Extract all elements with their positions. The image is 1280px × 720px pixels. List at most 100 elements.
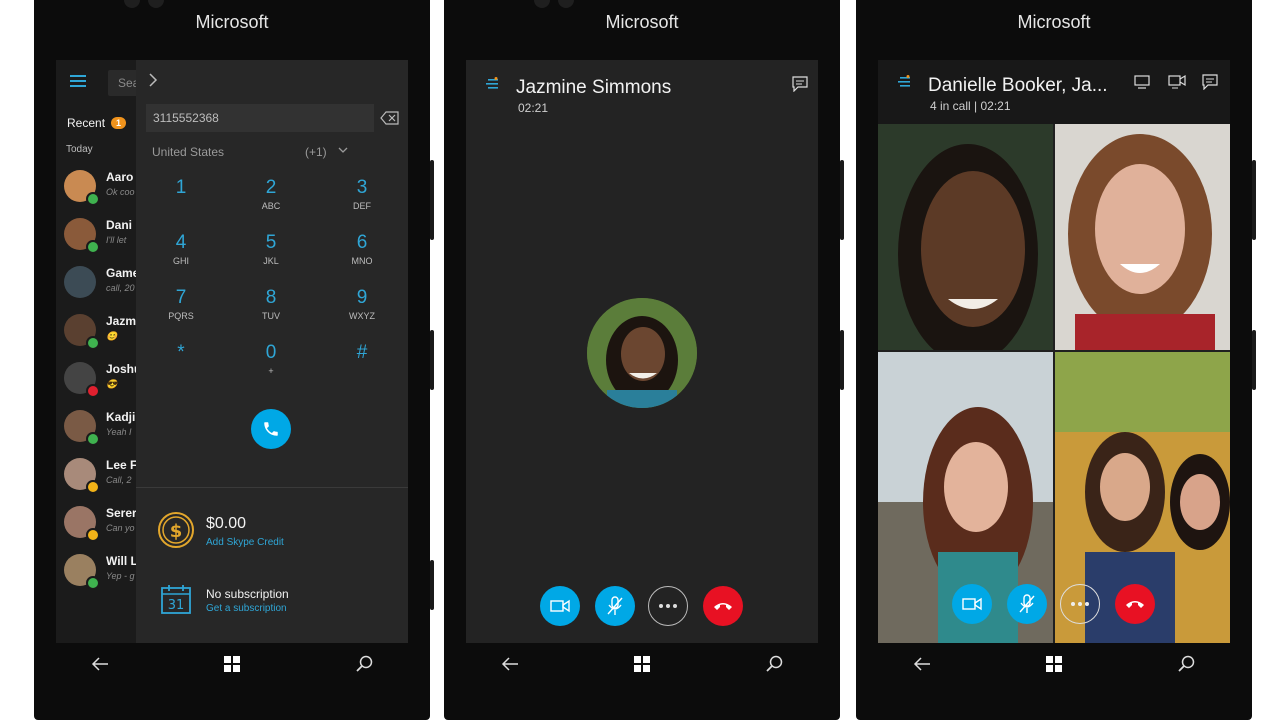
keypad-letters: TUV <box>262 311 280 321</box>
nav-bar <box>444 644 840 684</box>
contact-list-item[interactable]: Game call, 20 <box>56 262 136 308</box>
caller-avatar <box>587 298 697 408</box>
keypad-digit: 2 <box>265 177 277 198</box>
video-button[interactable] <box>952 584 992 624</box>
side-button <box>1252 330 1256 390</box>
dial-number: 3115552368 <box>153 111 219 125</box>
back-icon[interactable] <box>490 649 530 679</box>
side-button <box>430 560 434 610</box>
chat-icon[interactable] <box>792 76 808 97</box>
side-button <box>1252 160 1256 240</box>
brand-label: Microsoft <box>605 12 679 32</box>
dial-call-button[interactable] <box>251 409 291 449</box>
svg-text:$: $ <box>170 521 183 542</box>
end-call-button[interactable] <box>1115 584 1155 624</box>
chat-icon[interactable] <box>1202 74 1218 95</box>
presence-status-icon <box>86 240 100 254</box>
recent-header[interactable]: Recent 1 <box>67 114 127 132</box>
side-button <box>840 330 844 390</box>
chevron-right-icon[interactable] <box>148 72 158 93</box>
keypad-key[interactable]: 6 MNO <box>317 232 407 266</box>
phone-group-video: Microsoft Danielle Booker, Ja... 4 in ca… <box>856 0 1256 720</box>
keypad-digit: 8 <box>265 287 277 308</box>
video-button[interactable] <box>540 586 580 626</box>
keypad-digit: * <box>177 342 185 363</box>
keypad-letters: WXYZ <box>349 311 375 321</box>
dial-number-field[interactable]: 3115552368 <box>146 104 374 132</box>
keypad-letters: ABC <box>261 201 281 211</box>
menu-icon[interactable] <box>484 77 498 96</box>
backspace-icon[interactable] <box>380 111 400 130</box>
keypad-key[interactable]: 3 DEF <box>317 177 407 211</box>
keypad-key[interactable]: 2 ABC <box>226 177 316 211</box>
switch-camera-icon[interactable] <box>1168 74 1186 95</box>
back-icon[interactable] <box>80 649 120 679</box>
presence-status-icon <box>86 480 100 494</box>
keypad-key[interactable]: 5 JKL <box>226 232 316 266</box>
keypad-key[interactable]: * <box>136 342 226 366</box>
screen-share-icon[interactable] <box>1134 74 1150 95</box>
menu-icon[interactable] <box>896 75 910 94</box>
hamburger-menu-icon[interactable] <box>70 74 86 88</box>
video-tile-2 <box>1055 124 1230 350</box>
contact-name: Serer <box>106 506 136 520</box>
presence-status-icon <box>86 432 100 446</box>
mute-button[interactable] <box>1007 584 1047 624</box>
windows-start-icon[interactable] <box>212 649 252 679</box>
keypad-letters: PQRS <box>168 311 194 321</box>
keypad-key[interactable]: 4 GHI <box>136 232 226 266</box>
search-icon[interactable] <box>344 649 384 679</box>
group-name: Danielle Booker, Ja... <box>928 75 1108 96</box>
keypad-key[interactable]: 8 TUV <box>226 287 316 321</box>
skype-credit-icon: $ <box>157 511 195 554</box>
contact-list-item[interactable]: Dani I'll let <box>56 214 136 260</box>
subscription-text: No subscription <box>206 587 289 601</box>
keypad-digit: 0 <box>265 342 277 363</box>
contact-last-message: Yeah I <box>106 427 132 437</box>
search-icon[interactable] <box>754 649 794 679</box>
contact-list-item[interactable]: Kadji Yeah I <box>56 406 136 452</box>
keypad-digit: 7 <box>175 287 187 308</box>
back-icon[interactable] <box>902 649 942 679</box>
recent-count-badge: 1 <box>111 117 127 129</box>
call-status: 4 in call | 02:21 <box>930 99 1011 113</box>
keypad-key[interactable]: 0 + <box>226 342 316 376</box>
country-selector[interactable]: United States (+1) <box>152 145 352 161</box>
camera-dot <box>148 0 164 8</box>
contact-list-item[interactable]: Lee F Call, 2 <box>56 454 136 500</box>
contact-last-message: 😊 <box>106 331 118 341</box>
keypad-key[interactable]: 7 PQRS <box>136 287 226 321</box>
camera-dot <box>534 0 550 8</box>
contact-list-item[interactable]: Joshu 😎 <box>56 358 136 404</box>
more-options-button[interactable] <box>648 586 688 626</box>
nav-bar <box>34 644 430 684</box>
call-time: 02:21 <box>518 101 549 115</box>
camera-dot <box>558 0 574 8</box>
contact-list-item[interactable]: Aaro Ok coo <box>56 166 136 212</box>
search-icon[interactable] <box>1166 649 1206 679</box>
presence-status-icon <box>86 384 100 398</box>
side-button <box>430 160 434 240</box>
add-credit-link[interactable]: Add Skype Credit <box>206 537 284 548</box>
contact-last-message: Yep - g <box>106 571 135 581</box>
keypad-key[interactable]: 1 <box>136 177 226 201</box>
contact-list-item[interactable]: Will L Yep - g <box>56 550 136 596</box>
presence-status-icon <box>86 576 100 590</box>
keypad-key[interactable]: # <box>317 342 407 366</box>
camera-dot <box>124 0 140 8</box>
windows-start-icon[interactable] <box>622 649 662 679</box>
keypad-digit: 3 <box>356 177 368 198</box>
end-call-button[interactable] <box>703 586 743 626</box>
video-tile-1 <box>878 124 1053 350</box>
brand-label: Microsoft <box>195 12 269 32</box>
contact-list-item[interactable]: Jazm 😊 <box>56 310 136 356</box>
windows-start-icon[interactable] <box>1034 649 1074 679</box>
mute-button[interactable] <box>595 586 635 626</box>
keypad-key[interactable]: 9 WXYZ <box>317 287 407 321</box>
brand-label: Microsoft <box>1017 12 1091 32</box>
more-options-button[interactable] <box>1060 584 1100 624</box>
chevron-down-icon <box>338 144 348 158</box>
divider <box>136 487 408 488</box>
contact-list-item[interactable]: Serer Can yo <box>56 502 136 548</box>
get-subscription-link[interactable]: Get a subscription <box>206 603 287 614</box>
